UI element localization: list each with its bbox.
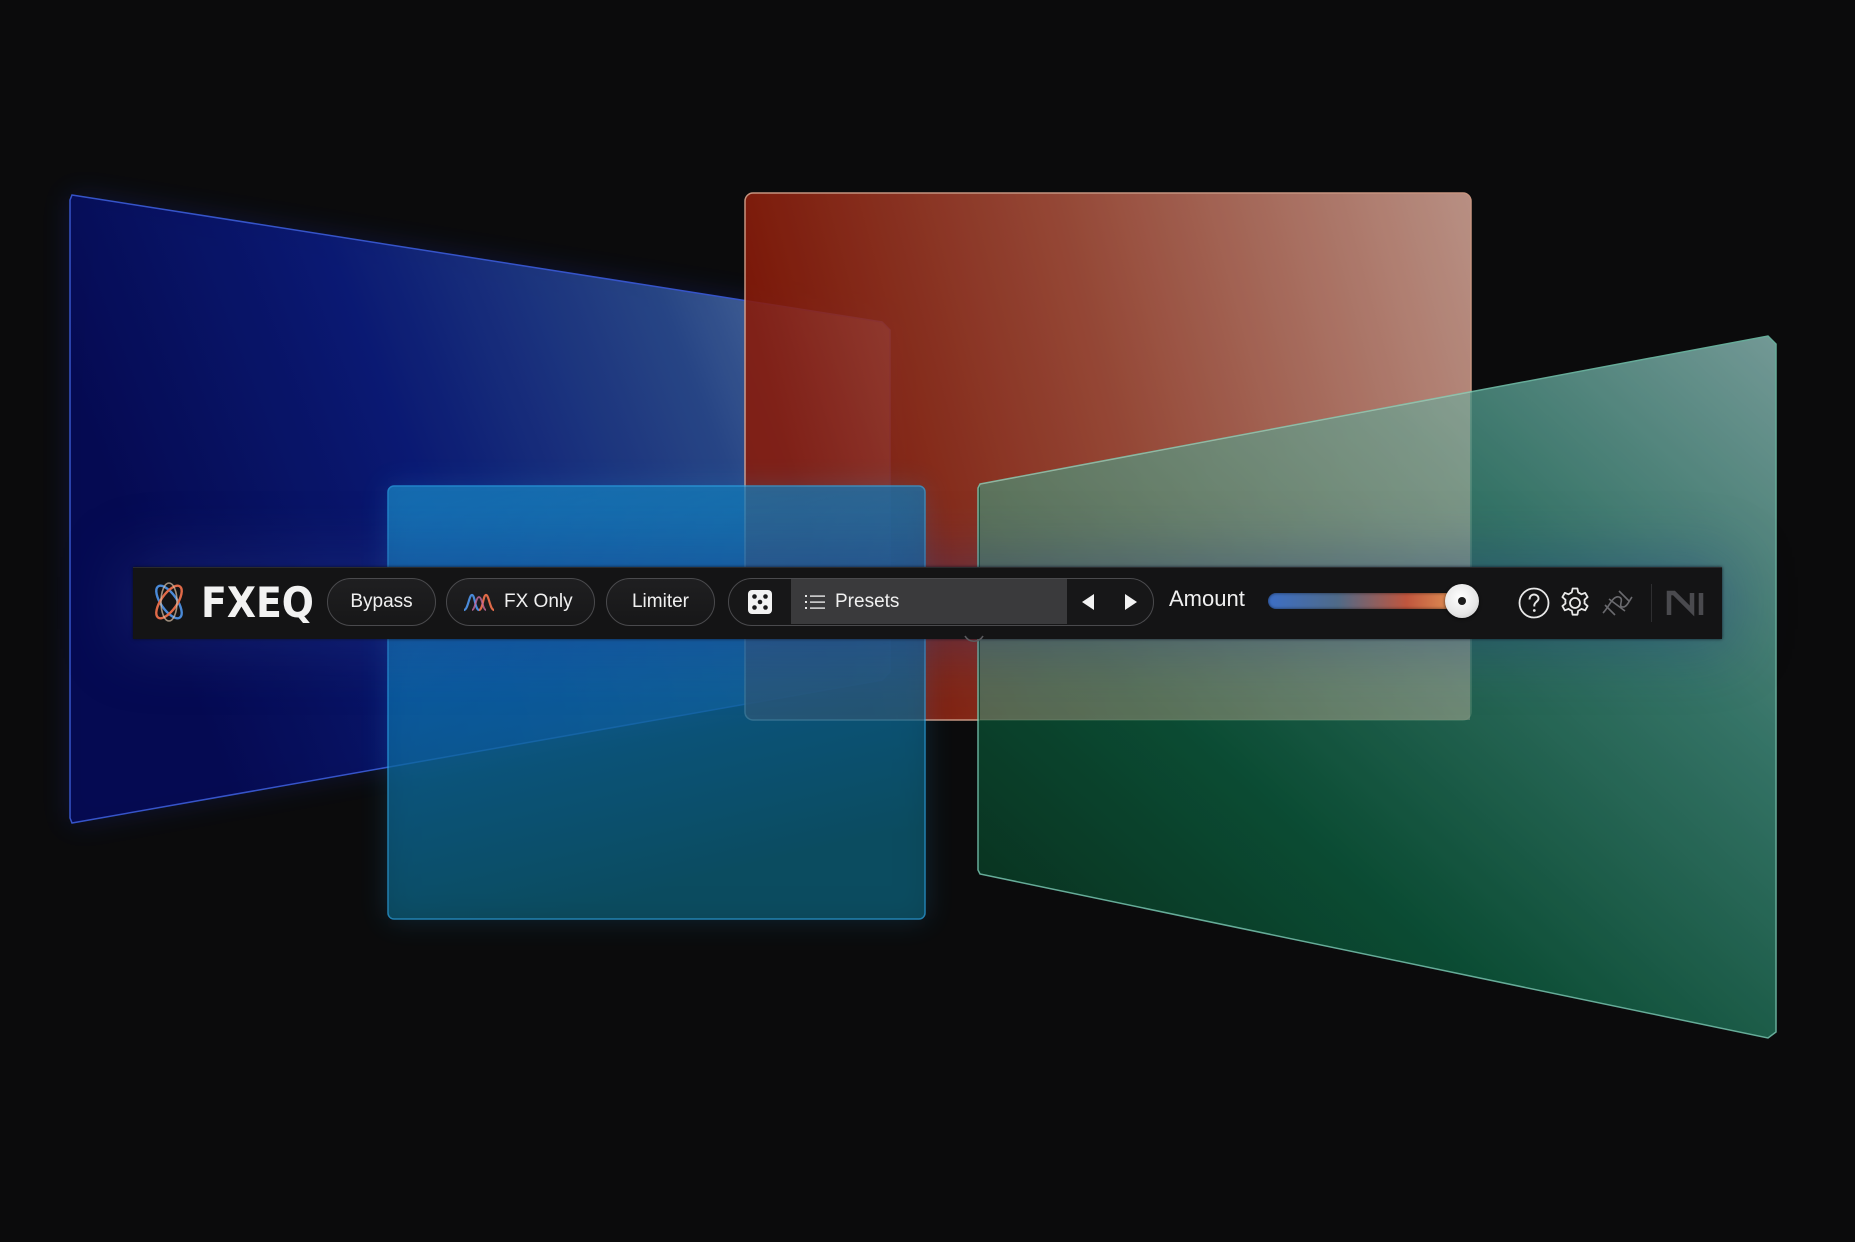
cyan-glass-panel	[387, 485, 926, 920]
fx-only-button-label: FX Only	[504, 591, 573, 612]
next-preset-button[interactable]	[1109, 579, 1153, 624]
amount-slider-track[interactable]	[1268, 593, 1467, 609]
plugin-toolbar: FXEQ Bypass FX Only Limiter Presets Amou…	[133, 567, 1722, 639]
triangle-left-icon	[1082, 593, 1094, 610]
help-icon[interactable]	[1516, 585, 1552, 621]
preset-selector: Presets	[728, 578, 1154, 626]
gear-icon[interactable]	[1557, 585, 1593, 621]
ni-logo-icon	[1666, 590, 1704, 617]
limiter-button-label: Limiter	[631, 591, 689, 612]
list-icon	[805, 594, 825, 609]
bypass-button-label: Bypass	[350, 591, 413, 612]
previous-preset-button[interactable]	[1067, 579, 1109, 624]
dice-icon	[748, 589, 772, 614]
presets-label: Presets	[835, 590, 900, 612]
randomize-button[interactable]	[729, 579, 791, 624]
link-icon[interactable]	[1599, 585, 1635, 621]
amount-slider[interactable]	[1268, 584, 1484, 618]
fx-only-button[interactable]: FX Only	[446, 578, 595, 626]
spectrum-wave-icon	[463, 593, 495, 612]
amount-label: Amount	[1169, 586, 1245, 611]
bypass-button[interactable]: Bypass	[327, 578, 436, 626]
presets-dropdown[interactable]: Presets	[791, 579, 1067, 624]
amount-slider-thumb[interactable]	[1445, 584, 1480, 618]
limiter-button[interactable]: Limiter	[606, 578, 715, 626]
triangle-right-icon	[1125, 593, 1137, 610]
app-title: FXEQ	[201, 578, 314, 627]
toolbar-divider	[1651, 584, 1652, 622]
resize-handle-icon[interactable]	[963, 634, 985, 644]
fxeq-logo-icon	[155, 582, 183, 622]
